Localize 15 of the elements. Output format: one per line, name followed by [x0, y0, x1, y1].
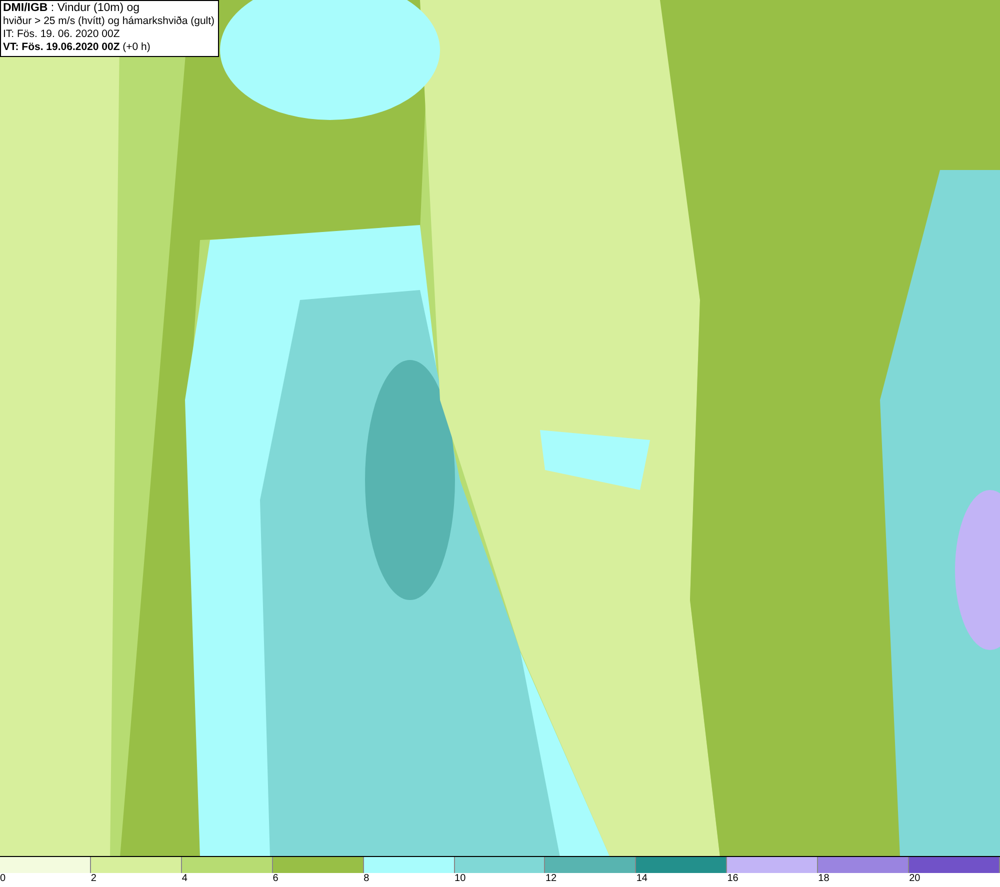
info-text: IT: Fös. 19. 06. 2020 00Z [3, 28, 121, 41]
legend-label: 2 [90, 873, 96, 886]
legend-label: 6 [272, 873, 278, 886]
legend-label: 10 [454, 873, 466, 886]
legend-label: 0 [0, 873, 6, 886]
legend-label: 18 [818, 873, 830, 886]
legend-label: 14 [636, 873, 648, 886]
info-text: DMI/IGB : Vindur (10m) og [3, 2, 141, 15]
info-text: VT: Fös. 19.06.2020 00Z (+0 h) [3, 41, 152, 54]
legend-label: 8 [364, 873, 370, 886]
legend-label: 20 [909, 873, 920, 886]
legend-label: 12 [545, 873, 557, 886]
legend-label: 16 [727, 873, 738, 886]
legend-label: 4 [182, 873, 188, 886]
info-text: hviður > 25 m/s (hvítt) og hámarkshviða (gult) [3, 15, 215, 28]
